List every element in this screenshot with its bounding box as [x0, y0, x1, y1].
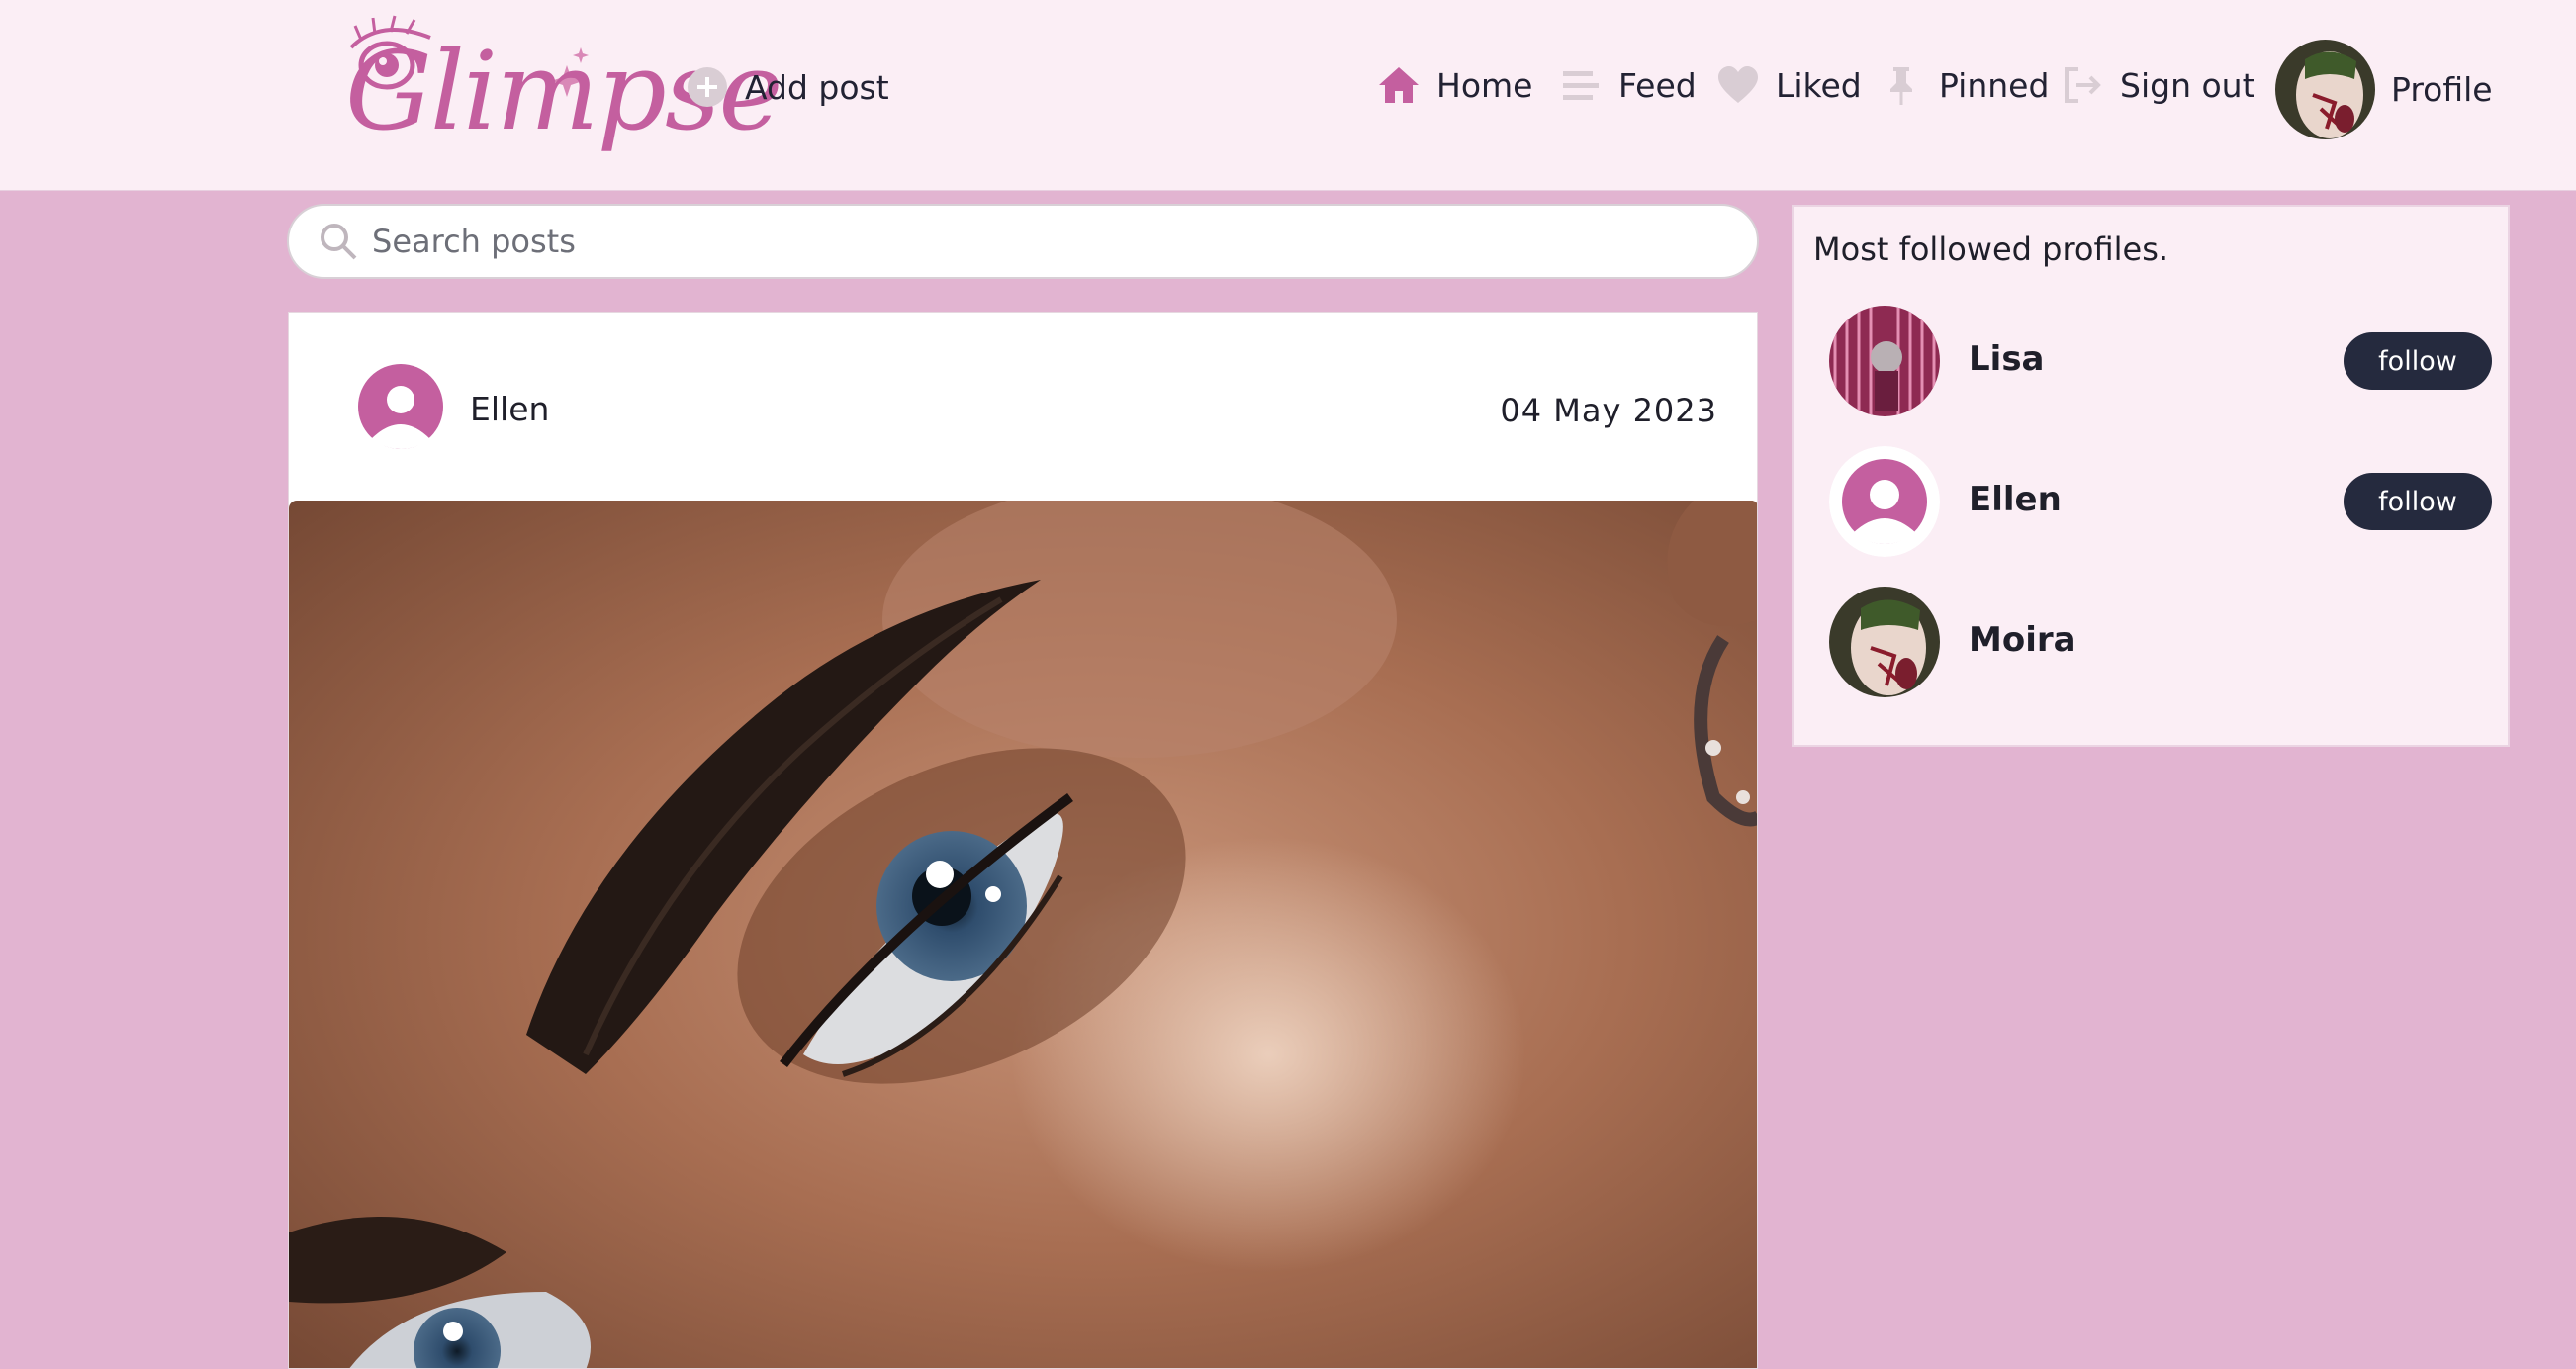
- profile-name[interactable]: Lisa: [1969, 339, 2045, 379]
- eye-makeup-photo: [289, 501, 1757, 1368]
- nav-liked-label: Liked: [1776, 65, 1862, 105]
- add-post-label: Add post: [745, 67, 889, 107]
- sign-out-icon: [2065, 67, 2101, 103]
- profile-avatar: [2275, 40, 2375, 139]
- nav-profile[interactable]: Profile: [2275, 40, 2493, 139]
- follow-lisa-button[interactable]: follow: [2344, 332, 2492, 390]
- search-bar[interactable]: [287, 204, 1759, 279]
- moira-avatar[interactable]: [1829, 587, 1940, 697]
- nav-home-label: Home: [1436, 65, 1533, 105]
- nav-home[interactable]: Home: [1377, 63, 1532, 107]
- home-icon: [1379, 67, 1419, 103]
- profile-row-lisa: Lisa follow: [1829, 306, 2492, 416]
- post-header: Ellen 04 May 2023: [289, 313, 1757, 501]
- most-followed-sidebar: Most followed profiles. Lisa follow Elle…: [1792, 205, 2510, 747]
- nav-feed-label: Feed: [1618, 65, 1697, 105]
- nav-sign-out-label: Sign out: [2120, 65, 2255, 105]
- post-author[interactable]: Ellen: [470, 390, 549, 428]
- glimpse-logo[interactable]: Glimpse: [322, 8, 783, 176]
- nav-pinned-label: Pinned: [1939, 65, 2050, 105]
- post-image[interactable]: [289, 501, 1757, 1368]
- follow-ellen-button[interactable]: follow: [2344, 473, 2492, 530]
- ellen-avatar[interactable]: [1829, 446, 1940, 557]
- post-card: Ellen 04 May 2023: [288, 312, 1758, 1369]
- default-avatar-icon[interactable]: [358, 364, 443, 449]
- nav-feed[interactable]: Feed: [1559, 63, 1697, 107]
- profile-row-moira: Moira: [1829, 587, 2492, 697]
- plus-circle-icon: [688, 67, 727, 107]
- search-input[interactable]: [372, 223, 1717, 260]
- post-date: 04 May 2023: [1500, 392, 1717, 429]
- nav-liked[interactable]: Liked: [1716, 63, 1862, 107]
- search-icon: [321, 224, 357, 260]
- nav-profile-label: Profile: [2391, 70, 2493, 109]
- profile-row-ellen: Ellen follow: [1829, 446, 2492, 557]
- add-post-button[interactable]: Add post: [686, 65, 889, 109]
- nav-sign-out[interactable]: Sign out: [2061, 63, 2255, 107]
- profile-name[interactable]: Ellen: [1969, 480, 2062, 519]
- pin-icon: [1890, 67, 1912, 105]
- feed-lines-icon: [1563, 71, 1599, 100]
- heart-icon: [1718, 66, 1758, 103]
- profile-name[interactable]: Moira: [1969, 620, 2076, 660]
- lisa-avatar[interactable]: [1829, 306, 1940, 416]
- nav-pinned[interactable]: Pinned: [1880, 63, 2049, 107]
- top-navbar: Glimpse Add post Home Feed Liked Pinned …: [0, 0, 2576, 191]
- sidebar-title: Most followed profiles.: [1813, 230, 2169, 268]
